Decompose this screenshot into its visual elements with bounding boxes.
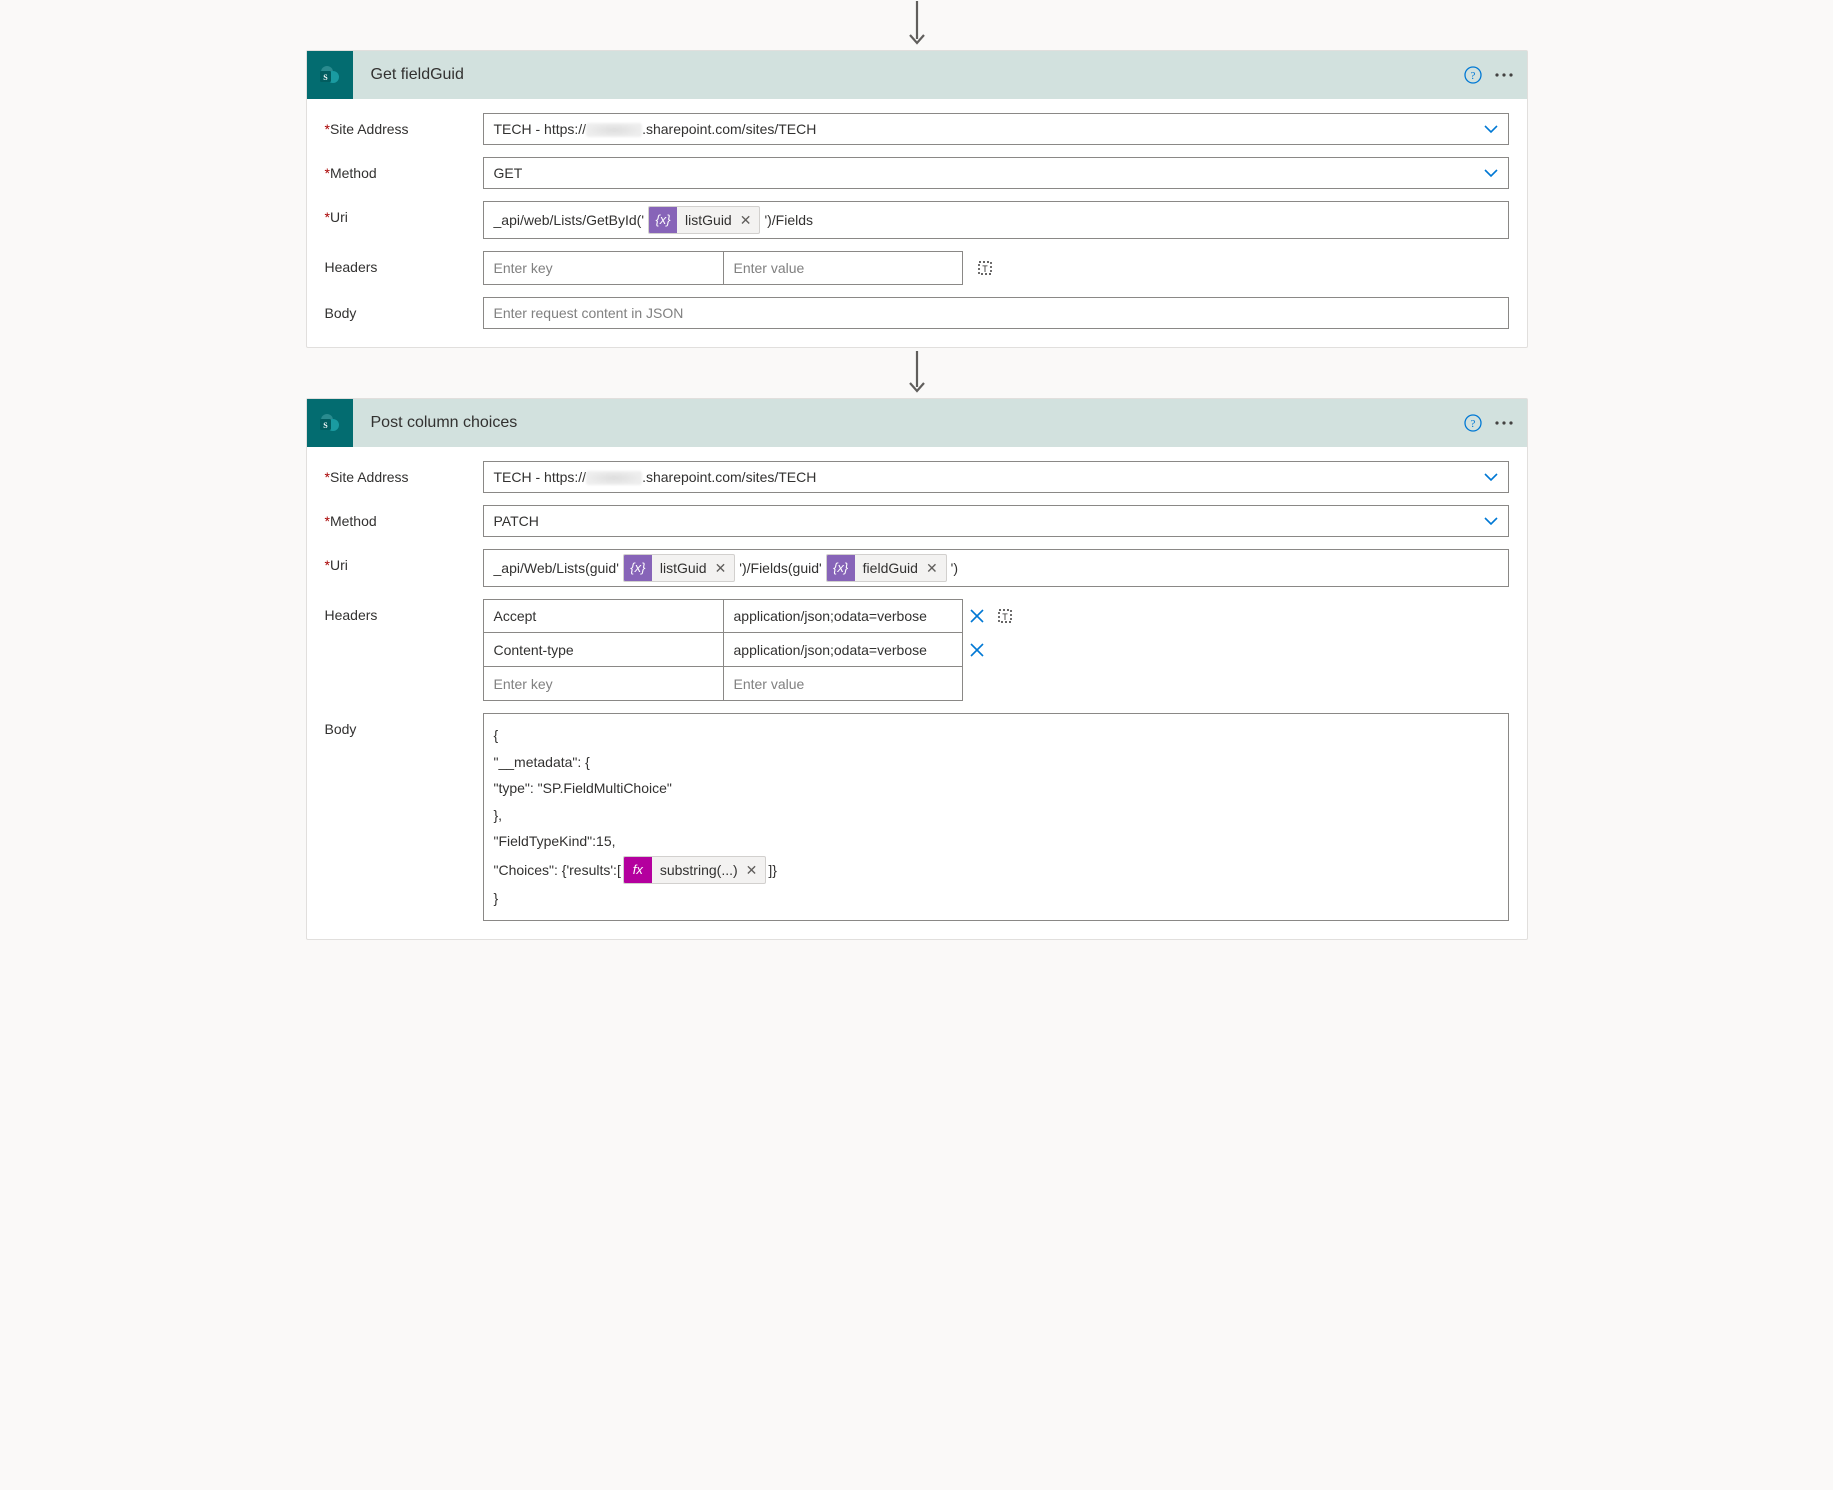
site-address-select[interactable]: TECH - https://.sharepoint.com/sites/TEC… <box>483 113 1509 145</box>
uri-text-pre: _api/web/Lists/GetById(' <box>494 206 645 234</box>
remove-row-icon[interactable] <box>963 633 991 667</box>
method-select[interactable]: GET <box>483 157 1509 189</box>
variable-icon: {x} <box>624 554 652 582</box>
flow-arrow-mid <box>306 348 1528 398</box>
headers-editor: Accept application/json;odata=verbose T … <box>483 599 1509 701</box>
uri-text-pre: _api/Web/Lists(guid' <box>494 554 619 582</box>
card-header[interactable]: S Get fieldGuid ? <box>307 51 1527 99</box>
body-line: { <box>494 722 1498 749</box>
token-remove-icon[interactable]: ✕ <box>740 206 760 234</box>
header-value-input[interactable]: Enter value <box>723 251 963 285</box>
header-key-input[interactable]: Content-type <box>483 633 723 667</box>
token-fieldguid[interactable]: {x} fieldGuid ✕ <box>826 554 947 582</box>
method-value: GET <box>494 165 523 181</box>
label-uri: *Uri <box>325 549 483 573</box>
body-input[interactable]: { "__metadata": { "type": "SP.FieldMulti… <box>483 713 1509 921</box>
token-remove-icon[interactable]: ✕ <box>715 554 735 582</box>
token-remove-icon[interactable]: ✕ <box>746 857 766 884</box>
svg-text:S: S <box>323 421 328 430</box>
remove-row-icon[interactable] <box>963 599 991 633</box>
method-select[interactable]: PATCH <box>483 505 1509 537</box>
header-key-input[interactable]: Enter key <box>483 251 723 285</box>
chevron-down-icon <box>1484 513 1498 529</box>
label-site-address: *Site Address <box>325 113 483 137</box>
label-headers: Headers <box>325 599 483 623</box>
label-headers: Headers <box>325 251 483 275</box>
action-card-get-fieldguid: S Get fieldGuid ? *Site Address TECH - h… <box>306 50 1528 348</box>
body-line: "__metadata": { <box>494 749 1498 776</box>
header-value-input[interactable]: application/json;odata=verbose <box>723 599 963 633</box>
header-value-input[interactable]: application/json;odata=verbose <box>723 633 963 667</box>
label-uri: *Uri <box>325 201 483 225</box>
switch-text-mode-icon[interactable]: T <box>991 599 1019 633</box>
svg-text:?: ? <box>1470 70 1475 82</box>
token-listguid[interactable]: {x} listGuid ✕ <box>648 206 760 234</box>
site-address-select[interactable]: TECH - https://.sharepoint.com/sites/TEC… <box>483 461 1509 493</box>
header-row: Content-type application/json;odata=verb… <box>483 633 1509 667</box>
label-method: *Method <box>325 505 483 529</box>
uri-input[interactable]: _api/web/Lists/GetById(' {x} listGuid ✕ … <box>483 201 1509 239</box>
card-title: Post column choices <box>353 414 1455 432</box>
header-key-input[interactable]: Accept <box>483 599 723 633</box>
label-site-address: *Site Address <box>325 461 483 485</box>
svg-text:T: T <box>982 264 988 274</box>
svg-text:?: ? <box>1470 418 1475 430</box>
label-body: Body <box>325 297 483 321</box>
label-body: Body <box>325 713 483 737</box>
uri-text-post: ') <box>951 554 958 582</box>
chevron-down-icon <box>1484 165 1498 181</box>
fx-icon: fx <box>624 856 652 884</box>
uri-text-post: ')/Fields <box>764 206 813 234</box>
body-line: } <box>494 885 1498 912</box>
card-header[interactable]: S Post column choices ? <box>307 399 1527 447</box>
headers-editor: Enter key Enter value T <box>483 251 1509 285</box>
body-line: }, <box>494 802 1498 829</box>
method-value: PATCH <box>494 513 539 529</box>
uri-input[interactable]: _api/Web/Lists(guid' {x} listGuid ✕ ')/F… <box>483 549 1509 587</box>
sharepoint-icon: S <box>307 399 353 447</box>
help-icon[interactable]: ? <box>1455 51 1491 99</box>
header-key-input[interactable]: Enter key <box>483 667 723 701</box>
svg-text:S: S <box>323 73 328 82</box>
token-listguid[interactable]: {x} listGuid ✕ <box>623 554 735 582</box>
sharepoint-icon: S <box>307 51 353 99</box>
header-value-input[interactable]: Enter value <box>723 667 963 701</box>
body-line: "FieldTypeKind":15, <box>494 828 1498 855</box>
uri-text-mid: ')/Fields(guid' <box>739 554 821 582</box>
token-substring[interactable]: fx substring(...) ✕ <box>623 856 767 884</box>
site-address-value: TECH - https://.sharepoint.com/sites/TEC… <box>494 121 817 137</box>
label-method: *Method <box>325 157 483 181</box>
body-line: "Choices": {'results':[ fx substring(...… <box>494 855 1498 885</box>
variable-icon: {x} <box>649 206 677 234</box>
header-row-empty: Enter key Enter value <box>483 667 1509 701</box>
token-remove-icon[interactable]: ✕ <box>926 554 946 582</box>
action-card-post-column-choices: S Post column choices ? *Site Address TE… <box>306 398 1528 940</box>
help-icon[interactable]: ? <box>1455 399 1491 447</box>
more-icon[interactable] <box>1491 399 1527 447</box>
variable-icon: {x} <box>827 554 855 582</box>
switch-text-mode-icon[interactable]: T <box>971 251 999 285</box>
chevron-down-icon <box>1484 121 1498 137</box>
header-row: Accept application/json;odata=verbose T <box>483 599 1509 633</box>
site-address-value: TECH - https://.sharepoint.com/sites/TEC… <box>494 469 817 485</box>
body-line: "type": "SP.FieldMultiChoice" <box>494 775 1498 802</box>
flow-arrow-top <box>306 0 1528 50</box>
card-title: Get fieldGuid <box>353 66 1455 84</box>
more-icon[interactable] <box>1491 51 1527 99</box>
svg-text:T: T <box>1002 612 1008 622</box>
chevron-down-icon <box>1484 469 1498 485</box>
body-input[interactable]: Enter request content in JSON <box>483 297 1509 329</box>
